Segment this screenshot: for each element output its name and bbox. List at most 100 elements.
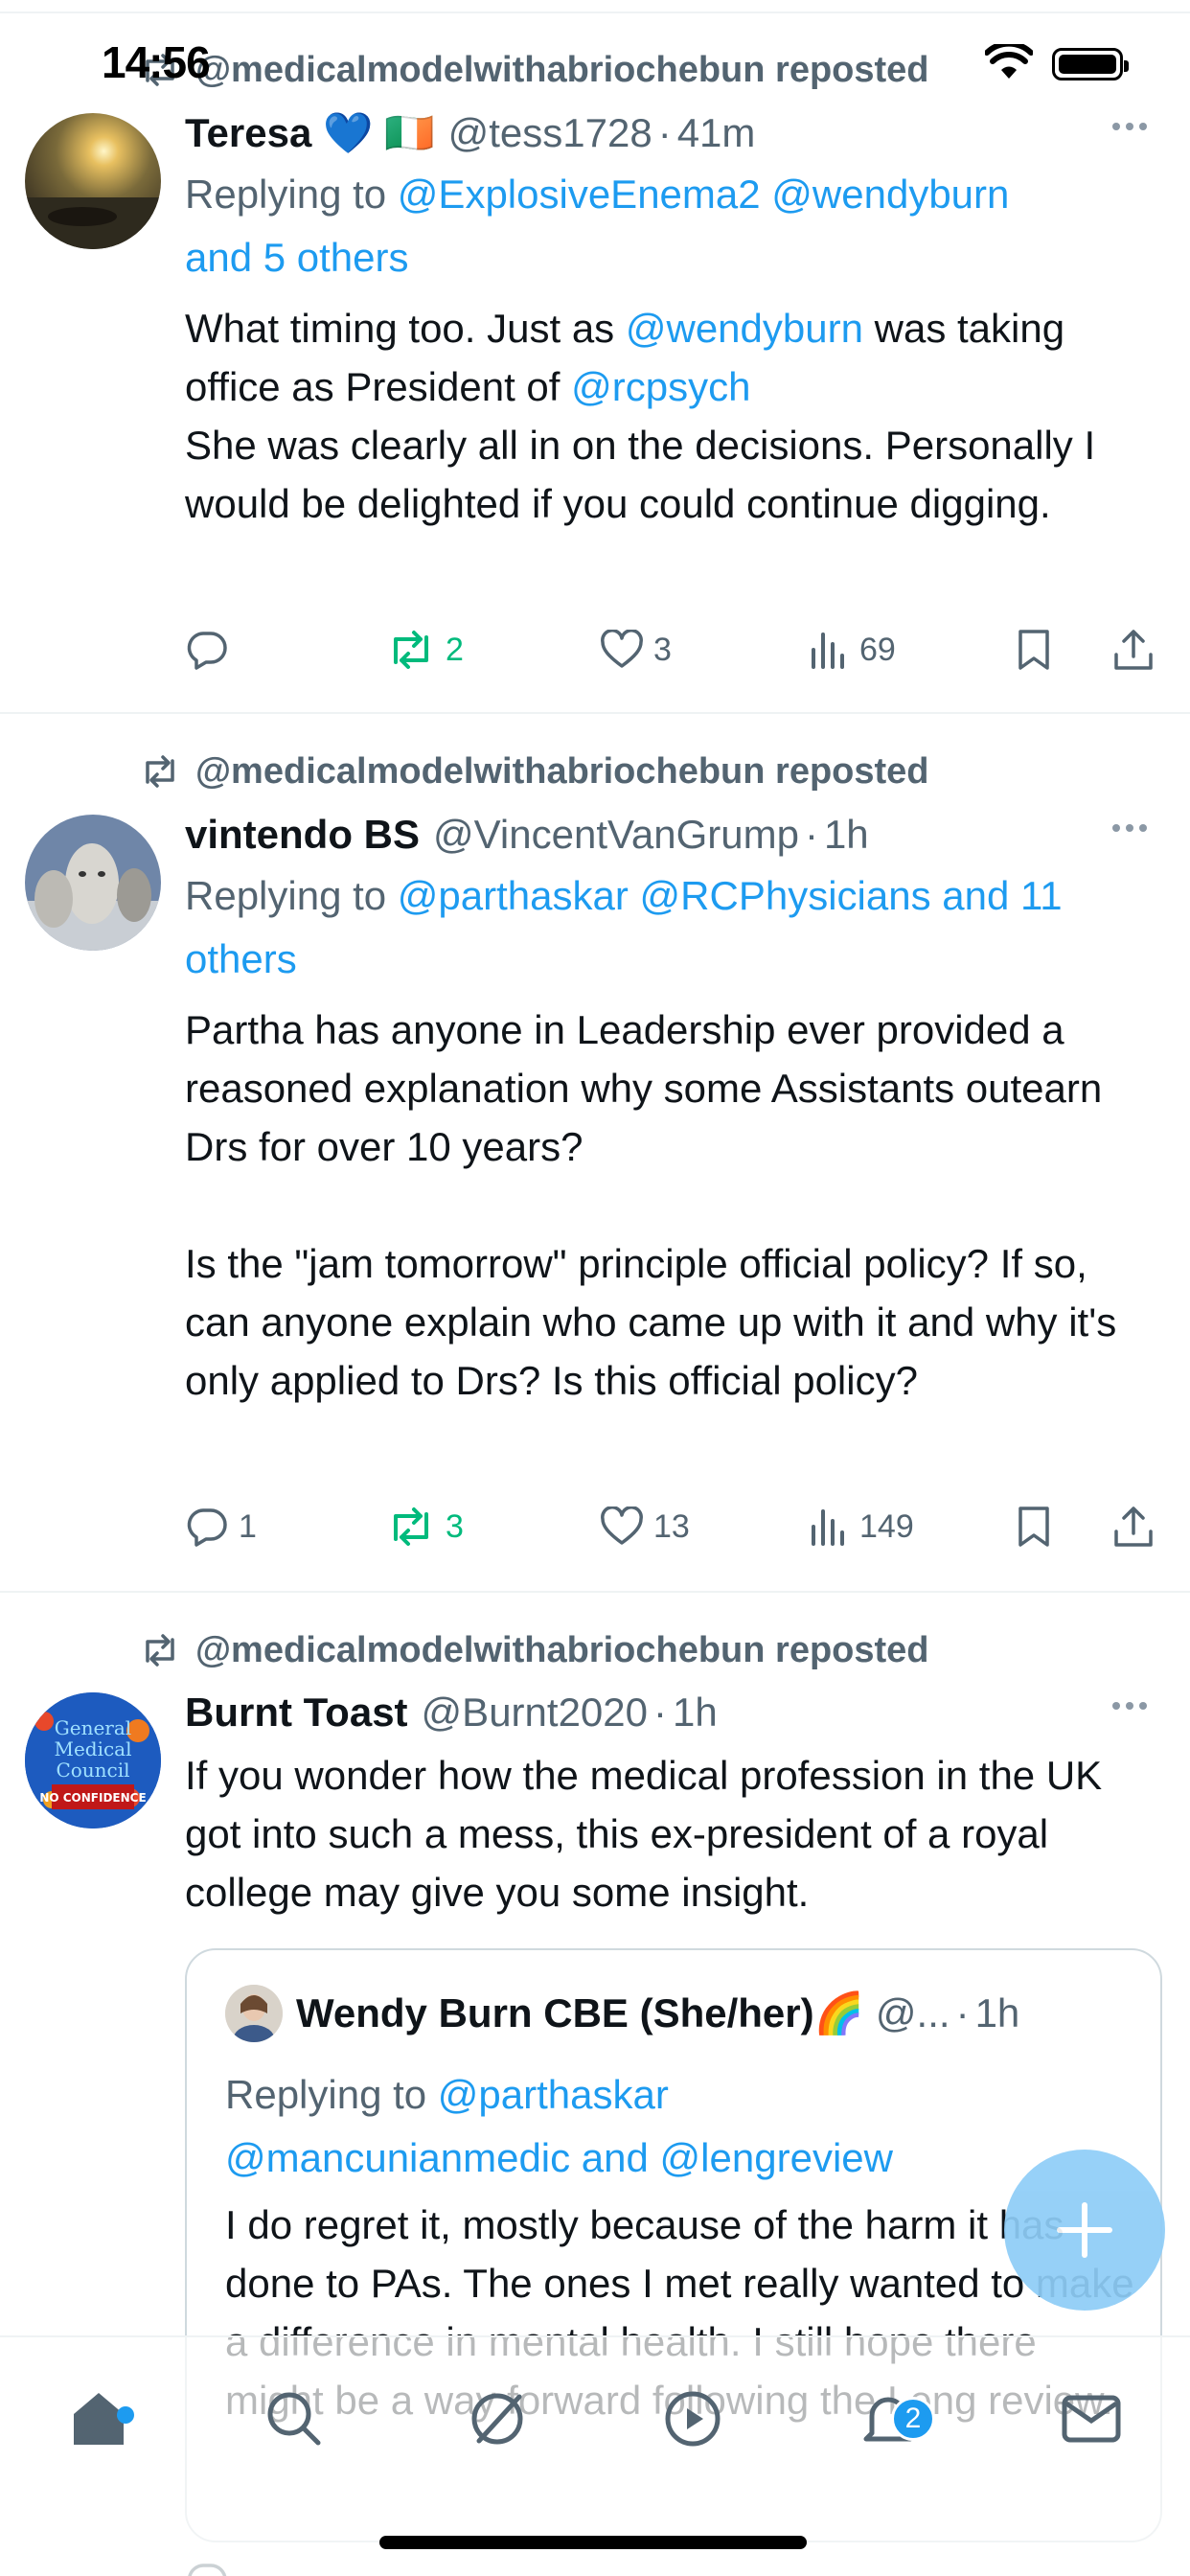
- author-name[interactable]: Burnt Toast: [185, 1690, 408, 1736]
- text-segment: She was clearly all in on the decisions.…: [185, 423, 1096, 526]
- heart-icon: [601, 630, 643, 668]
- svg-text:Council: Council: [56, 1759, 129, 1782]
- share-button[interactable]: [1112, 628, 1155, 672]
- reply-mentions[interactable]: @parthaskar: [438, 2072, 669, 2117]
- quoted-author-name[interactable]: Wendy Burn CBE (She/her)🌈: [296, 1990, 864, 2037]
- tweet-time: 1h: [823, 812, 869, 857]
- tweet-header: Burnt Toast @Burnt2020 · 1h: [185, 1683, 1162, 1742]
- share-icon: [1114, 630, 1153, 670]
- share-icon: [1114, 1506, 1153, 1547]
- heart-icon: [601, 1506, 643, 1545]
- mail-icon: [1062, 2395, 1121, 2443]
- reply-count: 1: [239, 1507, 257, 1545]
- notification-badge: 2: [891, 2397, 935, 2441]
- mention-link[interactable]: @wendyburn: [626, 306, 863, 351]
- bookmark-icon: [1018, 1506, 1049, 1547]
- status-time: 14:56: [102, 37, 211, 87]
- like-count: 3: [653, 631, 672, 668]
- nav-messages[interactable]: [1048, 2376, 1134, 2462]
- quoted-header: Wendy Burn CBE (She/her)🌈 @... · 1h: [225, 1985, 1019, 2042]
- bookmark-button[interactable]: [1015, 628, 1053, 672]
- author-handle[interactable]: @VincentVanGrump: [433, 812, 799, 858]
- reply-button[interactable]: 1: [185, 1505, 257, 1549]
- grok-icon: [471, 2393, 523, 2445]
- new-posts-dot: [117, 2406, 134, 2424]
- reply-icon: [187, 1508, 227, 1547]
- reply-button[interactable]: [185, 628, 239, 672]
- reply-icon: [187, 632, 227, 670]
- reply-prefix: Replying to: [185, 873, 398, 918]
- nav-video[interactable]: [650, 2376, 736, 2462]
- avatar[interactable]: [25, 113, 161, 249]
- tweet-text: What timing too. Just as @wendyburn was …: [185, 299, 1162, 533]
- tweet-text: Partha has anyone in Leadership ever pro…: [185, 1007, 1117, 1403]
- divider: [0, 1591, 1190, 1593]
- bookmark-icon: [1018, 630, 1049, 670]
- author-name[interactable]: vintendo BS: [185, 812, 420, 858]
- repost-button[interactable]: 3: [386, 1506, 464, 1547]
- action-bar: 2 3 69: [185, 621, 1181, 678]
- repost-indicator: @medicalmodelwithabriochebun reposted: [123, 748, 929, 795]
- plus-icon-stroke: [1082, 2202, 1087, 2258]
- play-icon: [665, 2391, 721, 2447]
- more-icon[interactable]: [1112, 824, 1147, 832]
- avatar[interactable]: [25, 815, 161, 951]
- reply-context: Replying to @ExplosiveEnema2 @wendyburn …: [185, 163, 1162, 289]
- repost-icon: [394, 1507, 428, 1546]
- home-indicator[interactable]: [379, 2536, 807, 2549]
- repost-indicator: @medicalmodelwithabriochebun reposted: [123, 1626, 929, 1674]
- battery-icon: [1052, 48, 1129, 80]
- repost-icon: [123, 1634, 180, 1667]
- mention-link[interactable]: @rcpsych: [571, 364, 750, 409]
- reply-prefix: Replying to: [185, 172, 398, 217]
- repost-icon: [394, 631, 428, 669]
- author-handle[interactable]: @Burnt2020: [422, 1690, 648, 1736]
- repost-label: @medicalmodelwithabriochebun reposted: [195, 750, 929, 792]
- analytics-icon: [812, 1509, 844, 1546]
- reply-mentions[interactable]: @mancunianmedic and @lengreview: [225, 2135, 893, 2180]
- nav-grok[interactable]: [454, 2376, 540, 2462]
- views-button[interactable]: 69: [808, 629, 896, 671]
- action-bar: 1 3 13 149: [185, 1498, 1181, 1555]
- nav-search[interactable]: [251, 2376, 337, 2462]
- like-count: 13: [653, 1507, 690, 1545]
- svg-text:Medical: Medical: [54, 1737, 131, 1760]
- separator: ·: [804, 812, 818, 857]
- nav-notifications[interactable]: 2: [845, 2376, 935, 2462]
- separator: ·: [653, 1690, 668, 1735]
- nav-home[interactable]: [56, 2376, 142, 2462]
- reply-context: Replying to @parthaskar @RCPhysicians an…: [185, 864, 1162, 991]
- repost-count: 3: [446, 1507, 464, 1545]
- tweet-time: 1h: [673, 1690, 718, 1735]
- repost-button[interactable]: 2: [386, 630, 464, 670]
- wifi-icon: [984, 40, 1034, 85]
- analytics-icon: [812, 632, 844, 669]
- more-icon[interactable]: [1112, 1702, 1147, 1710]
- quoted-time: 1h: [974, 1990, 1020, 2036]
- repost-count: 2: [446, 631, 464, 668]
- search-icon: [267, 2392, 321, 2446]
- bookmark-button[interactable]: [1015, 1505, 1053, 1549]
- avatar[interactable]: [225, 1985, 283, 2042]
- status-bar: 14:56: [0, 0, 1190, 125]
- views-button[interactable]: 149: [808, 1506, 914, 1548]
- svg-text:NO CONFIDENCE: NO CONFIDENCE: [39, 1791, 146, 1805]
- view-count: 149: [859, 1507, 914, 1545]
- share-button[interactable]: [1112, 1505, 1155, 1549]
- compose-button[interactable]: [1004, 2150, 1165, 2311]
- view-count: 69: [859, 631, 896, 668]
- repost-icon: [123, 755, 180, 788]
- like-button[interactable]: 3: [600, 630, 672, 670]
- text-segment: What timing too. Just as: [185, 306, 626, 351]
- repost-label: @medicalmodelwithabriochebun reposted: [195, 1629, 929, 1670]
- svg-text:General: General: [55, 1716, 131, 1739]
- divider: [0, 712, 1190, 714]
- quoted-author-handle[interactable]: @...: [876, 1990, 950, 2036]
- reply-others-link[interactable]: and 5 others: [185, 235, 409, 280]
- tweet-text: If you wonder how the medical profession…: [185, 1753, 1103, 1915]
- like-button[interactable]: 13: [600, 1506, 690, 1547]
- reply-mentions[interactable]: @ExplosiveEnema2 @wendyburn: [398, 172, 1010, 217]
- tweet-header: vintendo BS @VincentVanGrump · 1h: [185, 805, 1162, 864]
- avatar[interactable]: General Medical Council NO CONFIDENCE: [25, 1692, 161, 1828]
- separator: ·: [955, 1990, 970, 2036]
